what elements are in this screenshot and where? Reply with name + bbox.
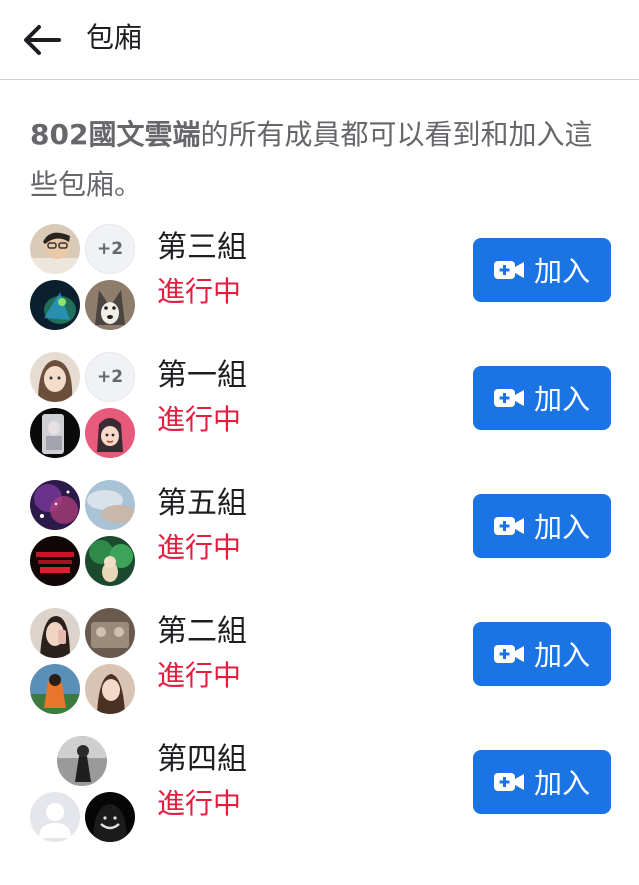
video-plus-icon [493,261,524,279]
avatar [85,280,135,330]
room-name: 第四組 [157,742,247,777]
room-name: 第一組 [157,358,247,393]
avatar [85,480,135,530]
room-item[interactable]: +2 第一組 進行中 加入 [0,346,639,458]
avatar [85,608,135,658]
avatar [30,224,80,274]
page-title: 包廂 [86,21,143,54]
avatar [85,536,135,586]
avatar [30,280,80,330]
join-label: 加入 [533,511,590,544]
join-button[interactable]: 加入 [473,622,611,686]
more-members-badge: +2 [85,224,135,274]
avatar [30,792,80,842]
room-status: 進行中 [157,787,242,820]
join-button[interactable]: 加入 [473,494,611,558]
avatar [30,608,80,658]
avatar [57,736,107,786]
video-plus-icon [493,773,524,791]
room-status: 進行中 [157,275,242,308]
avatar [30,352,80,402]
room-status: 進行中 [157,403,242,436]
video-plus-icon [493,645,524,663]
avatar [85,408,135,458]
avatar [85,664,135,714]
join-button[interactable]: 加入 [473,238,611,302]
room-status: 進行中 [157,531,242,564]
arrow-left-icon [24,25,61,55]
video-plus-icon [493,517,524,535]
room-status: 進行中 [157,659,242,692]
group-name[interactable]: 802國文雲端 [30,118,200,151]
join-button[interactable]: 加入 [473,366,611,430]
video-plus-icon [493,389,524,407]
rooms-description: 802國文雲端的所有成員都可以看到和加入這些包廂。 [30,110,610,210]
avatar [30,408,80,458]
join-label: 加入 [533,639,590,672]
back-button[interactable] [22,20,62,60]
room-name: 第三組 [157,230,247,265]
top-bar: 包廂 [0,0,639,80]
avatar [30,664,80,714]
join-label: 加入 [533,255,590,288]
room-name: 第二組 [157,614,247,649]
room-item[interactable]: 第四組 進行中 加入 [0,730,639,842]
avatar [30,536,80,586]
join-label: 加入 [533,767,590,800]
room-name: 第五組 [157,486,247,521]
more-members-badge: +2 [85,352,135,402]
avatar [85,792,135,842]
avatar [30,480,80,530]
room-item[interactable]: 第二組 進行中 加入 [0,602,639,714]
join-button[interactable]: 加入 [473,750,611,814]
room-item[interactable]: 第五組 進行中 加入 [0,474,639,586]
join-label: 加入 [533,383,590,416]
room-item[interactable]: +2 第三組 進行中 加入 [0,218,639,330]
